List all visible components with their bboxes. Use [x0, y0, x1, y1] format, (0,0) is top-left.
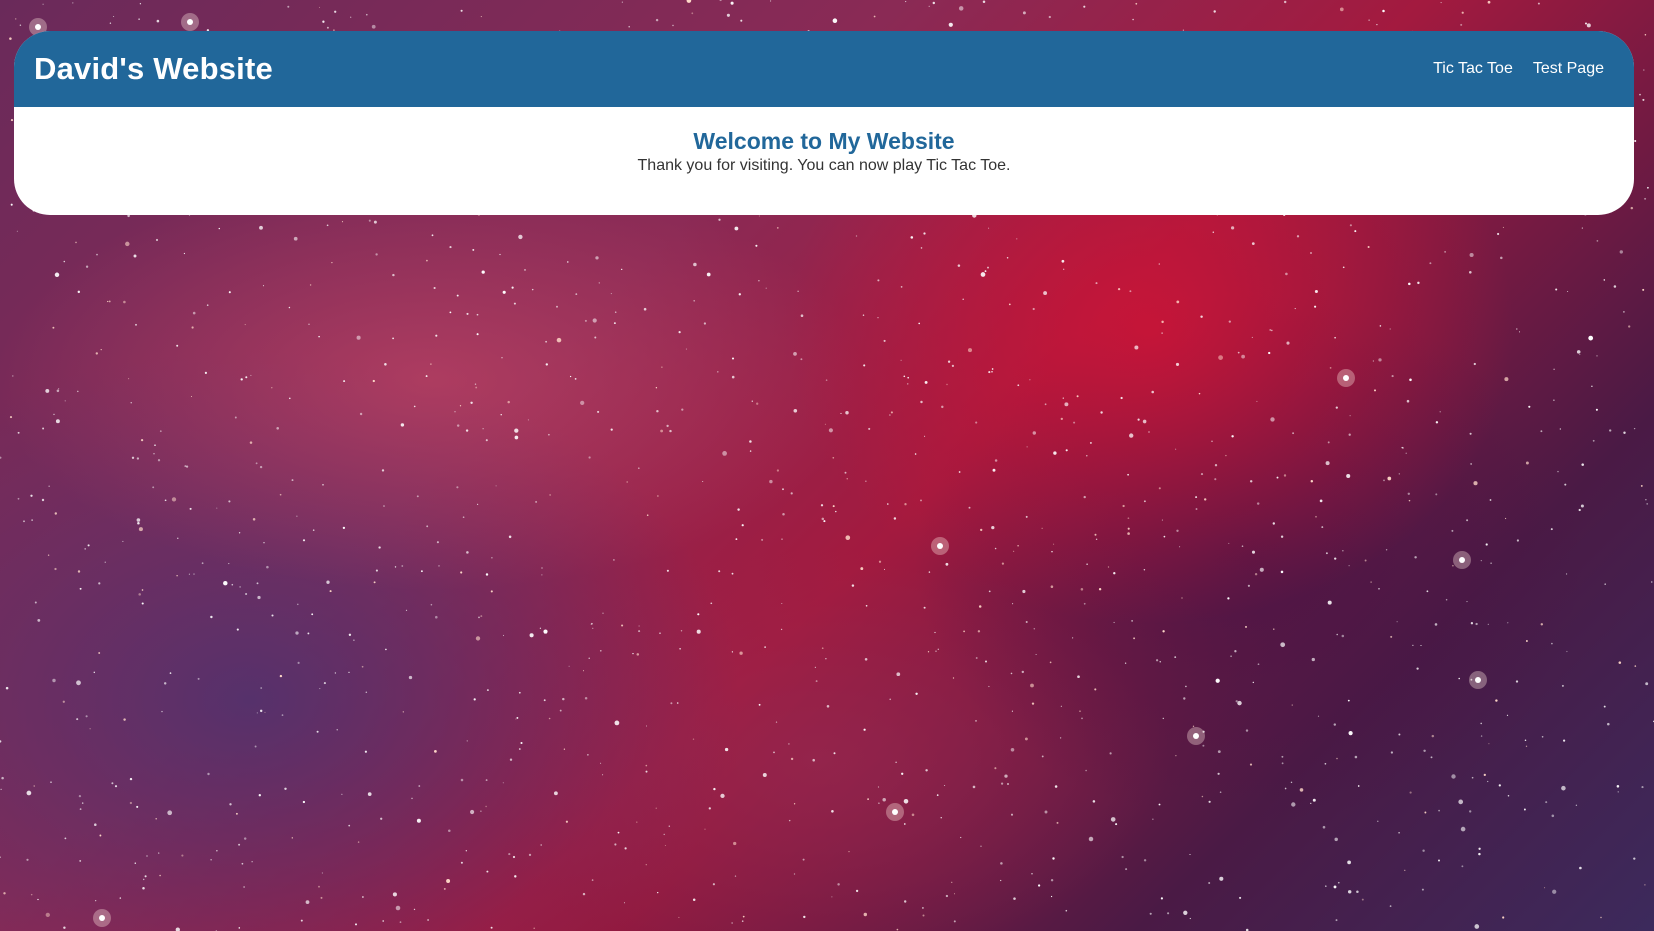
- nav-link-test-page[interactable]: Test Page: [1533, 60, 1604, 78]
- welcome-message: Thank you for visiting. You can now play…: [637, 157, 1011, 174]
- navbar: David's Website Tic Tac Toe Test Page: [14, 31, 1634, 107]
- welcome-section: Welcome to My Website Thank you for visi…: [14, 107, 1634, 177]
- header-card: David's Website Tic Tac Toe Test Page We…: [14, 31, 1634, 215]
- nav-links: Tic Tac Toe Test Page: [1433, 60, 1604, 78]
- welcome-heading: Welcome to My Website: [693, 128, 955, 154]
- site-title: David's Website: [34, 51, 273, 86]
- nav-link-tic-tac-toe[interactable]: Tic Tac Toe: [1433, 60, 1513, 78]
